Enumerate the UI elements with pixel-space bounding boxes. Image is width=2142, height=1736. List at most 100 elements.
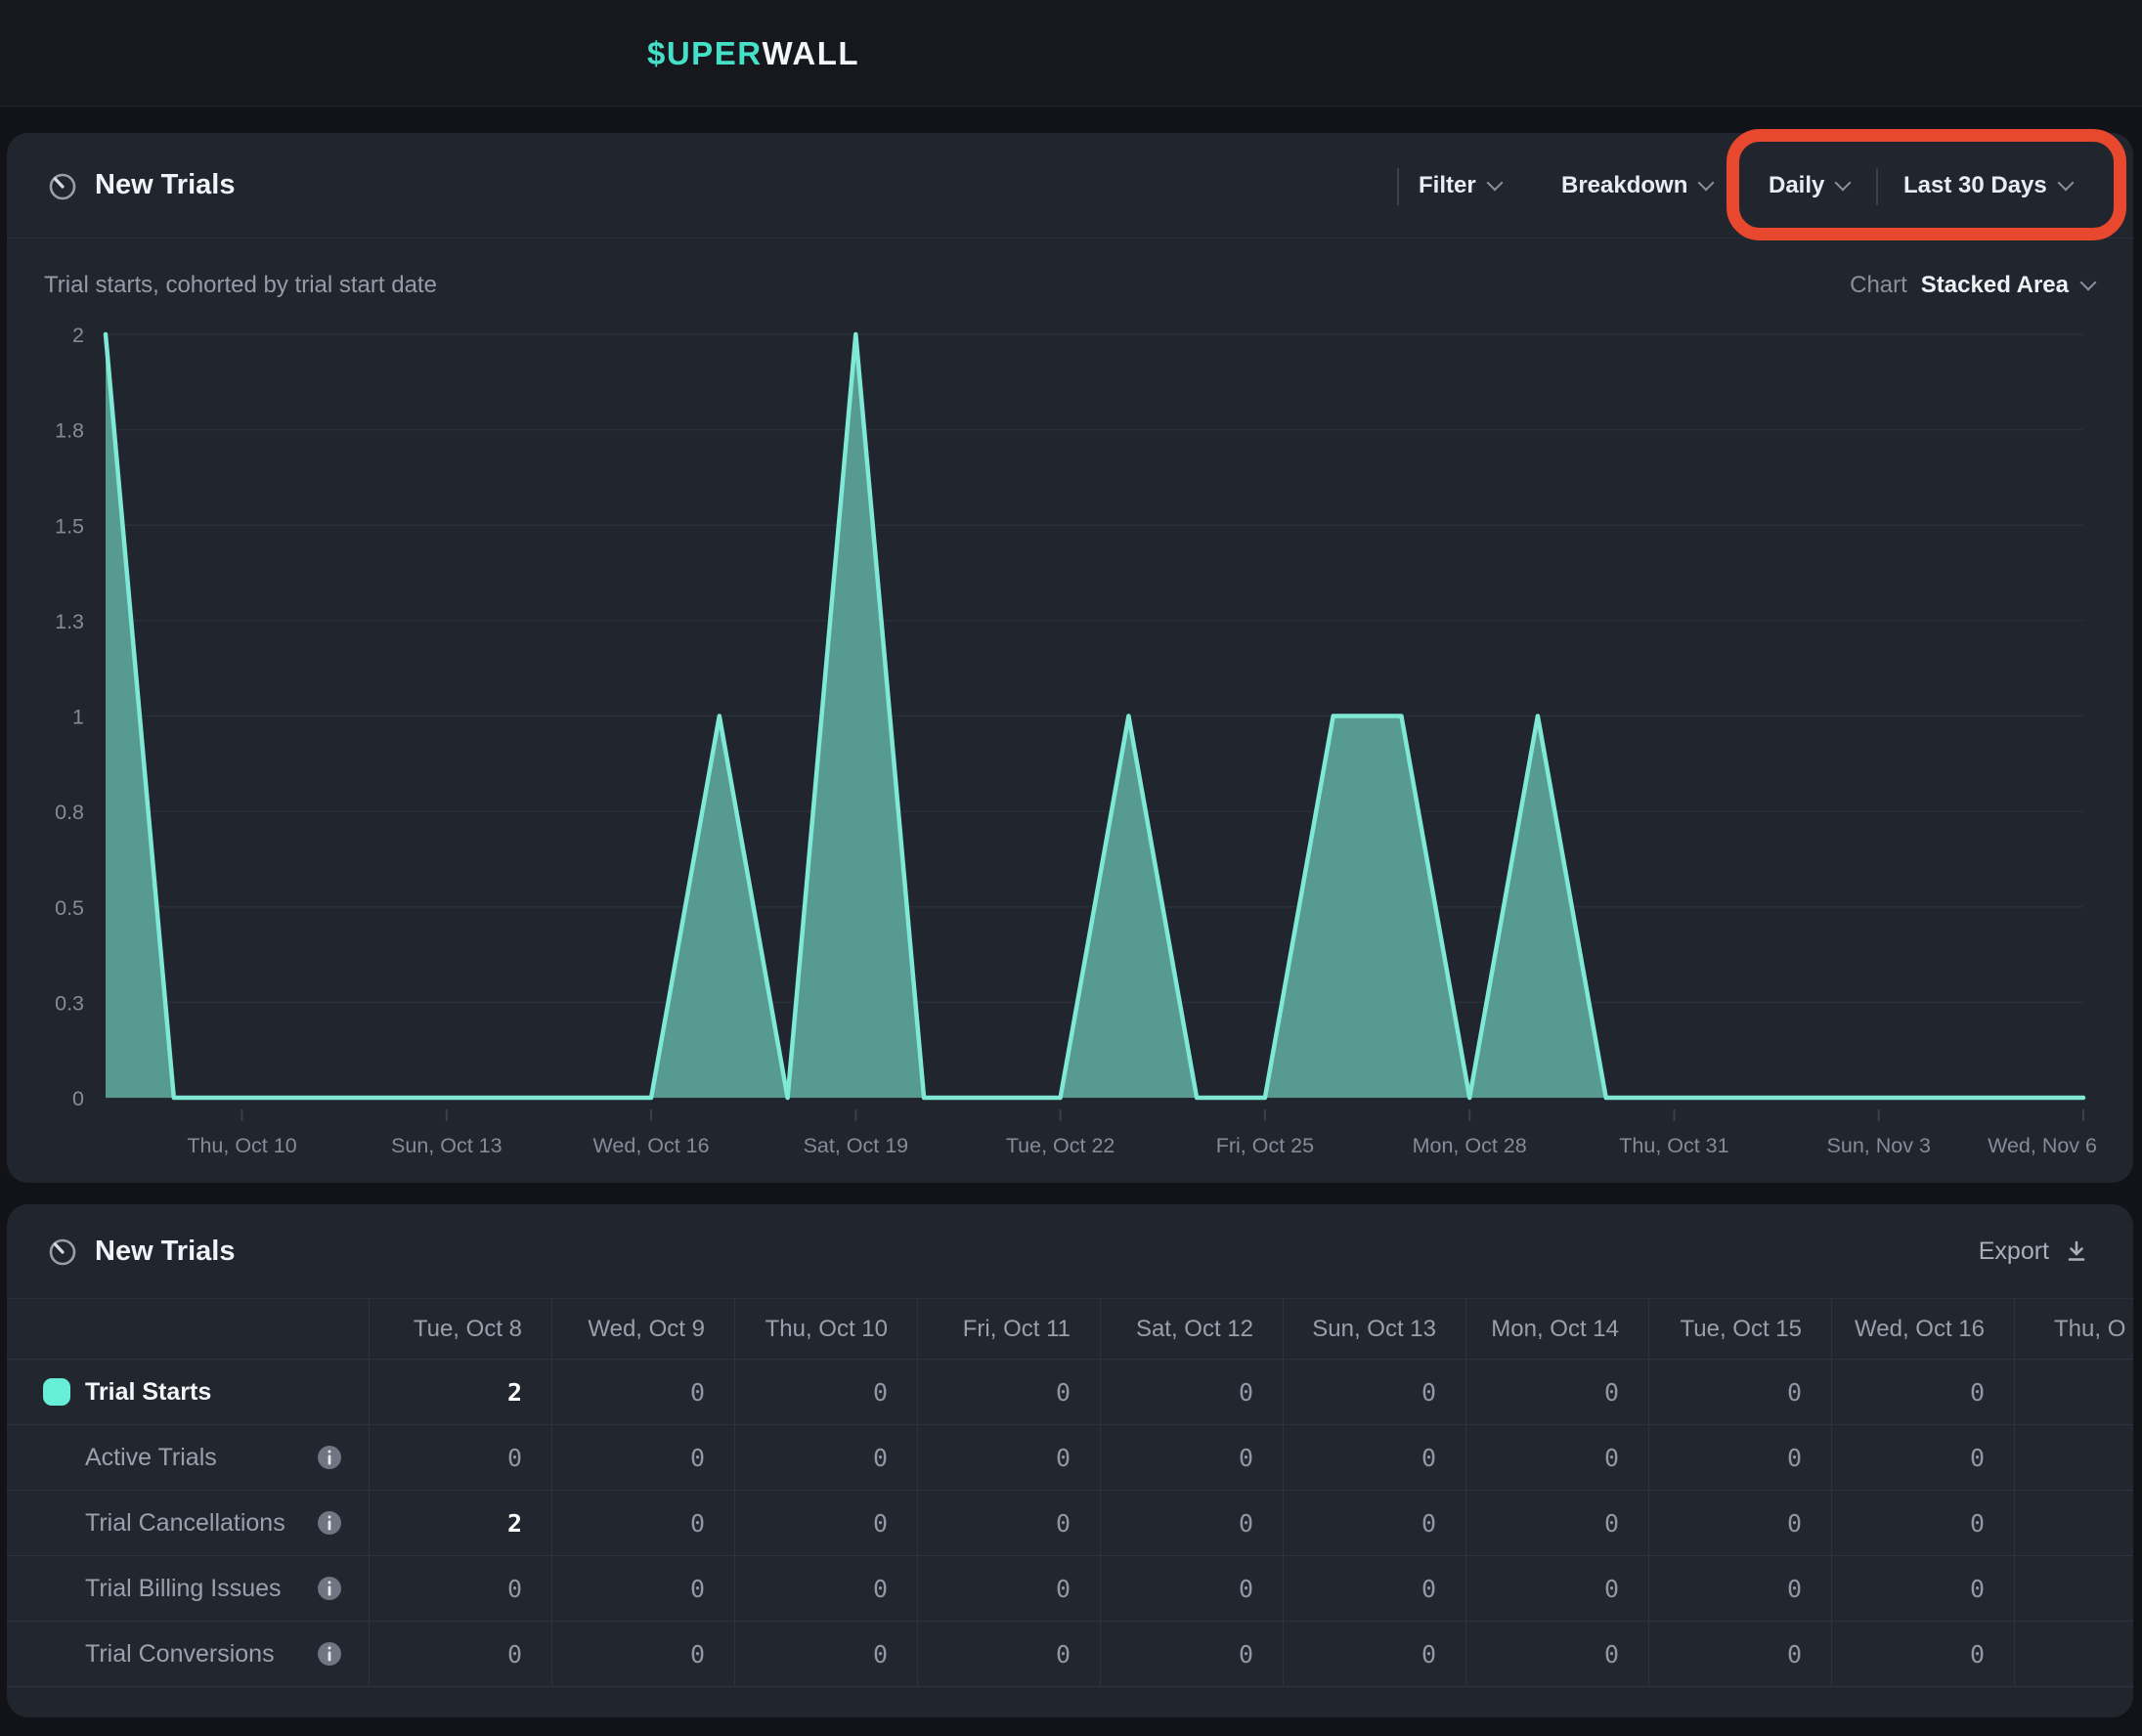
table-header-cell: Tue, Oct 15 (1648, 1299, 1831, 1360)
table-cell: 0 (734, 1425, 917, 1491)
table-cell: 0 (1831, 1360, 2014, 1425)
cell-value: 0 (1787, 1509, 1802, 1538)
cell-value: 0 (1056, 1575, 1071, 1603)
panel-title: New Trials (95, 169, 235, 201)
cell-value: 2 (507, 1378, 522, 1407)
table-header-cell: Fri, Oct 11 (917, 1299, 1100, 1360)
cell-value: 0 (1604, 1509, 1619, 1538)
chart-type-dropdown[interactable]: Chart Stacked Area (1850, 272, 2094, 299)
cell-value: 0 (1787, 1444, 1802, 1472)
table-cell: 0 (1465, 1425, 1648, 1491)
table-cell (2014, 1491, 2133, 1556)
row-label-cell: Trial Billing Issues (7, 1556, 369, 1622)
legend-swatch (43, 1378, 70, 1406)
table-cell: 0 (1283, 1556, 1465, 1622)
cell-value: 0 (690, 1378, 705, 1407)
x-tick-label: Sat, Oct 19 (804, 1134, 909, 1157)
column-date-label: Tue, Oct 15 (1681, 1316, 1803, 1343)
chevron-down-icon (1698, 175, 1715, 192)
table-header-cell: Tue, Oct 8 (369, 1299, 551, 1360)
cell-value: 0 (1421, 1444, 1436, 1472)
export-label: Export (1979, 1237, 2049, 1266)
controls-divider (1876, 168, 1878, 205)
cell-value: 0 (1787, 1378, 1802, 1407)
table-cell: 0 (917, 1425, 1100, 1491)
cell-value: 0 (1604, 1444, 1619, 1472)
row-label: Trial Cancellations (85, 1509, 285, 1538)
table-cell: 0 (1465, 1556, 1648, 1622)
table-cell: 0 (1283, 1425, 1465, 1491)
logo-rest: WALL (763, 35, 859, 72)
table-header-corner (7, 1299, 369, 1360)
table-header-cell: Thu, Oct 10 (734, 1299, 917, 1360)
y-tick-label: 0 (72, 1087, 84, 1110)
superwall-logo: $UPERWALL (647, 0, 859, 107)
y-tick-label: 1.5 (55, 514, 84, 538)
y-tick-label: 0.8 (55, 801, 84, 824)
new-trials-chart-panel: New Trials Filter Breakdown Daily Last 3… (7, 133, 2133, 1183)
x-tick-label: Thu, Oct 10 (187, 1134, 296, 1157)
row-label-cell: Trial Conversions (7, 1622, 369, 1687)
table-cell: 0 (1283, 1622, 1465, 1687)
logo-accent: $UPER (647, 35, 763, 72)
panel-title: New Trials (95, 1236, 235, 1268)
table-cell: 0 (551, 1425, 734, 1491)
breakdown-dropdown[interactable]: Breakdown (1561, 133, 1712, 239)
column-date-label: Thu, O (2054, 1316, 2125, 1343)
cell-value: 0 (1239, 1575, 1253, 1603)
column-date-label: Wed, Oct 16 (1855, 1316, 1985, 1343)
cell-value: 0 (873, 1509, 888, 1538)
timer-icon (46, 169, 79, 202)
row-label: Trial Billing Issues (85, 1575, 282, 1603)
table-cell (2014, 1556, 2133, 1622)
table-cell: 0 (1648, 1360, 1831, 1425)
cell-value: 0 (1604, 1378, 1619, 1407)
table-cell: 0 (734, 1491, 917, 1556)
column-date-label: Sun, Oct 13 (1312, 1316, 1436, 1343)
breakdown-label: Breakdown (1561, 172, 1687, 199)
trials-area-chart[interactable]: 21.81.51.310.80.50.30Thu, Oct 10Sun, Oct… (7, 324, 2133, 1179)
export-button[interactable]: Export (1979, 1204, 2090, 1298)
cell-value: 0 (690, 1640, 705, 1669)
table-cell: 0 (1465, 1622, 1648, 1687)
table-cell: 0 (1465, 1491, 1648, 1556)
cell-value: 0 (690, 1509, 705, 1538)
cell-value: 0 (1604, 1575, 1619, 1603)
table-cell: 0 (551, 1491, 734, 1556)
date-range-dropdown[interactable]: Last 30 Days (1903, 133, 2072, 239)
table-cell: 2 (369, 1491, 551, 1556)
table-cell: 0 (1648, 1622, 1831, 1687)
table-cell (2014, 1622, 2133, 1687)
x-tick-label: Wed, Nov 6 (1988, 1134, 2097, 1157)
table-cell: 0 (1465, 1360, 1648, 1425)
table-header-cell: Wed, Oct 16 (1831, 1299, 2014, 1360)
info-icon[interactable] (317, 1576, 342, 1601)
table-header-cell: Mon, Oct 14 (1465, 1299, 1648, 1360)
cell-value: 0 (1421, 1575, 1436, 1603)
cell-value: 0 (690, 1575, 705, 1603)
granularity-dropdown[interactable]: Daily (1769, 133, 1849, 239)
cell-value: 0 (1056, 1509, 1071, 1538)
table-cell: 0 (734, 1556, 917, 1622)
info-icon[interactable] (317, 1641, 342, 1667)
cell-value: 0 (1056, 1444, 1071, 1472)
table-cell: 0 (1100, 1491, 1283, 1556)
cell-value: 0 (1970, 1640, 1985, 1669)
filter-dropdown[interactable]: Filter (1419, 133, 1501, 239)
cell-value: 0 (1239, 1378, 1253, 1407)
table-cell: 0 (917, 1556, 1100, 1622)
cell-value: 0 (1056, 1640, 1071, 1669)
table-cell: 0 (1648, 1425, 1831, 1491)
y-tick-label: 1.8 (55, 419, 84, 443)
x-tick-label: Tue, Oct 22 (1006, 1134, 1115, 1157)
table-header-cell: Sat, Oct 12 (1100, 1299, 1283, 1360)
info-icon[interactable] (317, 1445, 342, 1470)
cell-value: 0 (1604, 1640, 1619, 1669)
cell-value: 0 (873, 1575, 888, 1603)
controls-divider (1397, 168, 1399, 205)
cell-value: 0 (1056, 1378, 1071, 1407)
new-trials-table-panel: New Trials Export Tue, Oct 8Wed, Oct 9Th… (7, 1204, 2133, 1717)
y-tick-label: 1 (72, 706, 84, 729)
column-date-label: Tue, Oct 8 (414, 1316, 522, 1343)
info-icon[interactable] (317, 1510, 342, 1536)
